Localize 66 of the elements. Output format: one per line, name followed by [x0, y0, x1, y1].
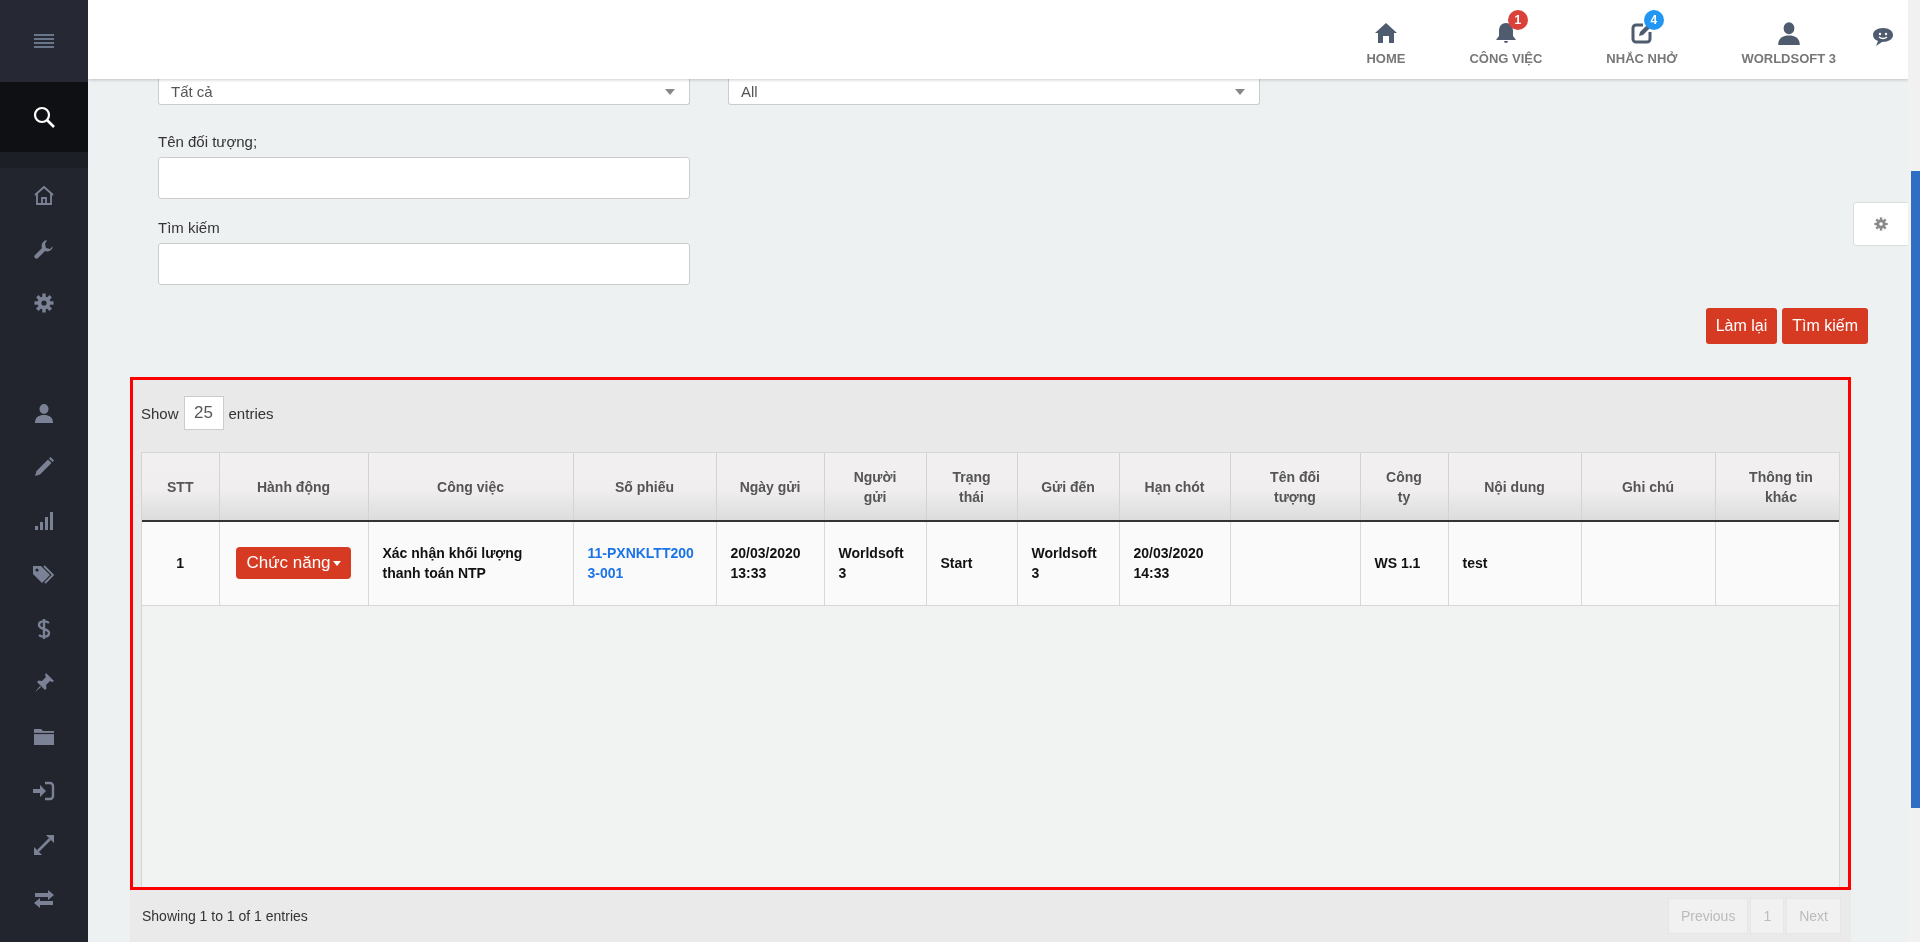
caret-icon — [1235, 88, 1245, 95]
caret-icon — [665, 88, 675, 95]
show-label: Show — [141, 404, 179, 422]
table-cell: Worldsoft 3 — [824, 521, 926, 605]
entries-label: entries — [228, 404, 274, 422]
column-header[interactable]: Công ty — [1360, 453, 1448, 521]
column-header[interactable]: Người gửi — [824, 453, 926, 521]
table-cell: Xác nhận khối lượng thanh toán NTP — [368, 521, 573, 605]
dropdown[interactable]: Tất cả — [158, 79, 690, 105]
nav-link[interactable]: NHẮC NHỞ — [1606, 50, 1678, 66]
table-cell: 20/03/2020 14:33 — [1119, 521, 1230, 605]
input-field[interactable] — [158, 243, 690, 285]
column-header[interactable]: Ngày gửi — [716, 453, 824, 521]
column-header[interactable]: Hành động — [219, 453, 368, 521]
notification-badge: 4 — [1643, 9, 1664, 30]
chat-icon[interactable] — [1872, 26, 1894, 47]
search-icon[interactable] — [33, 106, 55, 128]
column-header[interactable]: STT — [142, 453, 219, 521]
table-info: Showing 1 to 1 of 1 entries — [142, 908, 308, 924]
nav-link[interactable]: HOME — [1366, 50, 1406, 66]
pin-icon[interactable] — [34, 673, 54, 693]
field-label: Tên đối tượng; — [158, 133, 259, 152]
table-cell: 1 — [142, 521, 219, 605]
home-icon[interactable] — [1373, 20, 1398, 45]
column-header[interactable]: Số phiếu — [573, 453, 716, 521]
expand-icon[interactable] — [34, 835, 54, 855]
column-header[interactable]: Gửi đến — [1017, 453, 1119, 521]
user-icon[interactable] — [34, 403, 54, 423]
nav-link[interactable]: WORLDSOFT 3 — [1741, 50, 1836, 66]
home-icon[interactable] — [33, 185, 55, 205]
form-button[interactable]: Tìm kiếm — [1782, 308, 1868, 344]
column-header[interactable]: Tên đối tượng — [1230, 453, 1360, 521]
table-cell: WS 1.1 — [1360, 521, 1448, 605]
caret-icon — [332, 560, 341, 566]
column-header[interactable]: Công việc — [368, 453, 573, 521]
column-header[interactable]: Ghi chú — [1581, 453, 1715, 521]
dropdown[interactable]: All — [728, 79, 1260, 105]
wrench-icon[interactable] — [34, 239, 54, 259]
nav-link[interactable]: CÔNG VIỆC — [1469, 50, 1543, 66]
tags-icon[interactable] — [32, 565, 56, 585]
table-cell: Worldsoft 3 — [1017, 521, 1119, 605]
gear-icon[interactable] — [34, 293, 54, 313]
notification-badge: 1 — [1507, 9, 1528, 30]
bar-chart-icon[interactable] — [35, 512, 53, 530]
column-header[interactable]: Trạng thái — [926, 453, 1017, 521]
column-header[interactable]: Thông tin khác — [1715, 453, 1839, 521]
dollar-icon[interactable] — [37, 618, 51, 640]
input-field[interactable] — [158, 157, 690, 199]
field-label: Tìm kiếm — [158, 219, 221, 238]
table-cell: Start — [926, 521, 1017, 605]
table-cell: 20/03/2020 13:33 — [716, 521, 824, 605]
gear-icon[interactable] — [1874, 217, 1888, 231]
column-header[interactable]: Nội dung — [1448, 453, 1581, 521]
menu-icon[interactable] — [34, 33, 54, 49]
user-icon[interactable] — [1776, 20, 1801, 45]
folder-icon[interactable] — [33, 728, 55, 746]
form-button[interactable]: Làm lại — [1705, 308, 1778, 344]
pencil-icon[interactable] — [34, 457, 54, 477]
settings-button[interactable] — [1853, 202, 1908, 246]
sidebar-item[interactable] — [0, 0, 88, 82]
sign-in-icon[interactable] — [33, 781, 55, 801]
column-header[interactable]: Hạn chót — [1119, 453, 1230, 521]
action-dropdown-button[interactable]: Chức năng — [236, 547, 351, 580]
page-length-field[interactable]: 25 — [183, 396, 224, 430]
table-cell: test — [1448, 521, 1581, 605]
exchange-icon[interactable] — [33, 890, 55, 908]
